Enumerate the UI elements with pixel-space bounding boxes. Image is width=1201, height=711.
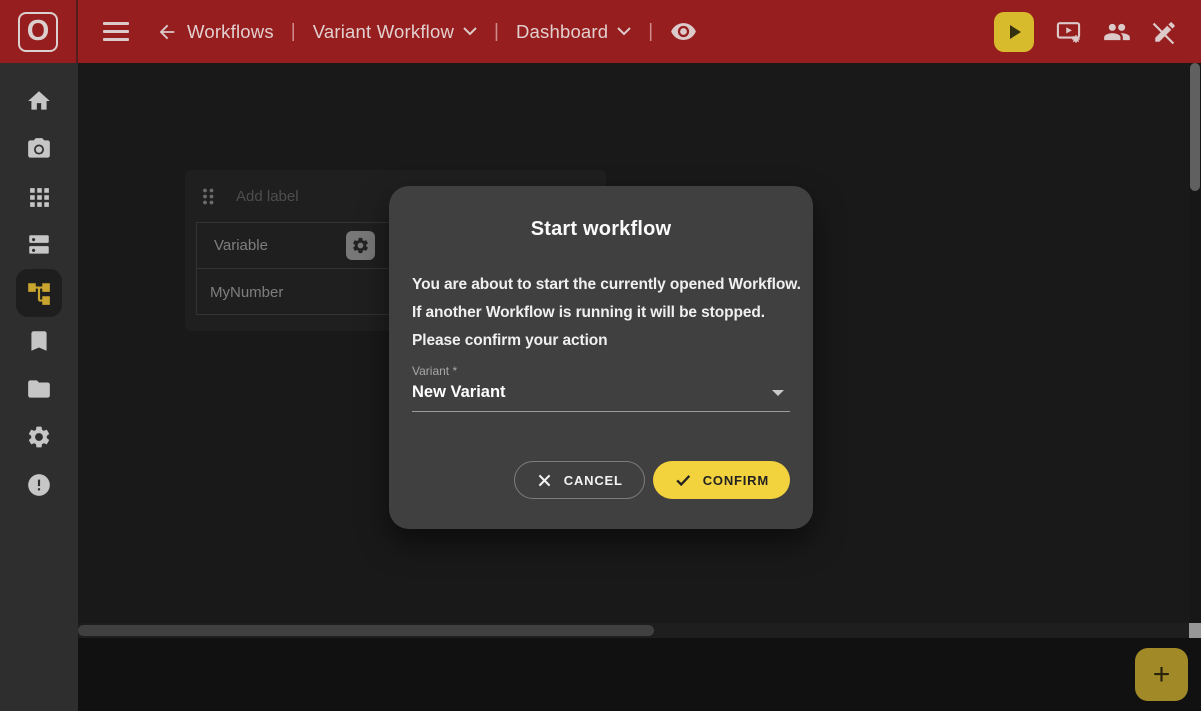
cancel-button-label: CANCEL <box>564 473 623 488</box>
home-icon <box>26 88 52 114</box>
sidebar-item-home[interactable] <box>16 77 62 125</box>
confirm-button[interactable]: CONFIRM <box>653 461 790 499</box>
back-button[interactable]: Workflows <box>156 21 274 43</box>
sidebar-item-camera[interactable] <box>16 125 62 173</box>
dialog-body-line: Please confirm your action <box>412 327 790 355</box>
run-settings-icon[interactable] <box>1055 18 1082 45</box>
dashboard-selector[interactable]: Dashboard <box>516 21 631 43</box>
sidebar-item-apps[interactable] <box>16 173 62 221</box>
cancel-button[interactable]: CANCEL <box>514 461 645 499</box>
edit-off-icon[interactable] <box>1152 19 1178 45</box>
play-icon <box>1002 20 1026 44</box>
left-sidebar <box>0 63 78 711</box>
users-icon[interactable] <box>1103 18 1131 46</box>
error-alert-icon <box>26 472 52 498</box>
top-header-bar: O Workflows | Variant Workflow | Dashboa… <box>0 0 1201 63</box>
logo-letter: O <box>27 17 50 46</box>
content-area: Add label Variable MyNumber <box>78 63 1201 711</box>
sidebar-item-bookmarks[interactable] <box>16 317 62 365</box>
dialog-title: Start workflow <box>389 218 813 241</box>
check-icon <box>674 471 692 489</box>
dialog-body-line: You are about to start the currently ope… <box>412 271 790 299</box>
app-logo[interactable]: O <box>0 0 78 63</box>
apps-grid-icon <box>27 185 52 210</box>
dialog-body: You are about to start the currently ope… <box>389 271 813 355</box>
dropdown-arrow-icon <box>772 390 784 396</box>
variant-field-label: Variant * <box>389 364 813 378</box>
sidebar-item-workflows[interactable] <box>16 269 62 317</box>
menu-icon[interactable] <box>103 22 129 41</box>
breadcrumb-workflows: Workflows <box>187 21 274 43</box>
select-underline <box>412 411 790 412</box>
workflow-selector[interactable]: Variant Workflow <box>313 21 477 43</box>
nav-divider: | <box>648 21 653 43</box>
dialog-body-line: If another Workflow is running it will b… <box>412 299 790 327</box>
confirm-button-label: CONFIRM <box>703 473 769 488</box>
start-workflow-dialog: Start workflow You are about to start th… <box>389 186 813 529</box>
sidebar-item-settings[interactable] <box>16 413 62 461</box>
chevron-down-icon <box>463 27 477 36</box>
dashboard-selector-label: Dashboard <box>516 21 608 43</box>
logo-icon: O <box>18 12 58 52</box>
chevron-down-icon <box>617 27 631 36</box>
variant-select-value: New Variant <box>412 383 506 402</box>
header-nav: Workflows | Variant Workflow | Dashboard… <box>78 18 697 45</box>
preview-eye-icon[interactable] <box>670 18 697 45</box>
nav-divider: | <box>494 21 499 43</box>
arrow-back-icon <box>156 21 178 43</box>
header-actions <box>994 12 1201 52</box>
bookmark-icon <box>26 328 52 354</box>
sidebar-item-servers[interactable] <box>16 221 62 269</box>
sidebar-item-alerts[interactable] <box>16 461 62 509</box>
workflow-tree-icon <box>26 280 52 306</box>
camera-icon <box>26 136 52 162</box>
dialog-actions: CANCEL CONFIRM <box>514 461 790 499</box>
start-workflow-button[interactable] <box>994 12 1034 52</box>
sidebar-item-files[interactable] <box>16 365 62 413</box>
close-icon <box>536 472 553 489</box>
nav-divider: | <box>291 21 296 43</box>
settings-gear-icon <box>26 424 52 450</box>
workflow-selector-label: Variant Workflow <box>313 21 454 43</box>
folder-icon <box>26 376 52 402</box>
variant-select[interactable]: New Variant <box>389 383 813 402</box>
dns-server-icon <box>26 232 52 258</box>
app-window: O Workflows | Variant Workflow | Dashboa… <box>0 0 1201 711</box>
